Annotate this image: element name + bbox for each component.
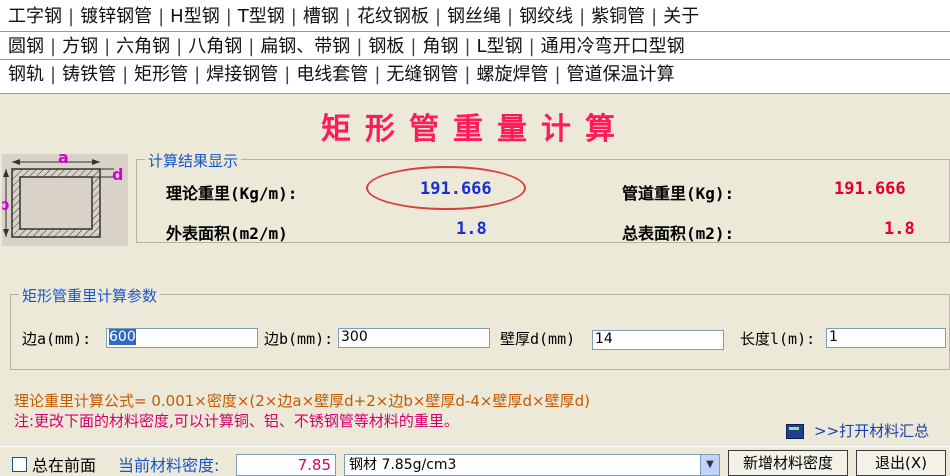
tab-row1-5[interactable]: 花纹钢板 bbox=[357, 2, 429, 32]
tab-separator: | bbox=[434, 6, 442, 27]
open-material-summary-link[interactable]: >>打开材料汇总 bbox=[786, 420, 929, 441]
divider bbox=[0, 446, 950, 447]
tab-row-3: 钢轨 | 铸铁管 | 矩形管 | 焊接钢管 | 电线套管 | 无缝钢管 | 螺旋焊管 | 管道保温计算 bbox=[8, 60, 675, 92]
tab-separator: | bbox=[507, 6, 514, 27]
main-panel: 矩形管重量计算 a b d 计算结果显示 理论重里(Kg/m): 191.666… bbox=[0, 94, 950, 476]
tab-row1-1[interactable]: 镀锌钢管 bbox=[80, 2, 152, 32]
params-legend: 矩形管重里计算参数 bbox=[19, 285, 161, 306]
thickness-input[interactable]: 14 bbox=[592, 330, 724, 350]
tab-separator: | bbox=[122, 64, 129, 85]
tab-separator: | bbox=[290, 6, 297, 27]
tab-row2-7[interactable]: L型钢 bbox=[477, 32, 523, 62]
tab-bar: 工字钢 | 镀锌钢管 | H型钢 | T型钢 | 槽钢 | 花纹钢板 | 钢丝绳 | 钢绞线 | 紫铜管 | 关于 … bbox=[0, 0, 950, 94]
total-area-label: 总表面积(m2): bbox=[622, 224, 735, 243]
tab-row2-6[interactable]: 角钢 bbox=[422, 32, 458, 62]
tab-row2-5[interactable]: 钢板 bbox=[368, 32, 404, 62]
tab-separator: | bbox=[464, 36, 471, 57]
tab-row2-4[interactable]: 扁钢、带钢 bbox=[260, 32, 350, 62]
tab-separator: | bbox=[528, 36, 535, 57]
tab-separator: | bbox=[554, 64, 561, 85]
tab-row3-2[interactable]: 矩形管 bbox=[134, 60, 188, 90]
tab-separator: | bbox=[50, 36, 57, 57]
outer-area-label: 外表面积(m2/m) bbox=[166, 224, 288, 243]
pipe-weight-label: 管道重里(Kg): bbox=[622, 184, 735, 203]
pipe-weight-value: 191.666 bbox=[834, 179, 906, 199]
label-a: a bbox=[58, 154, 69, 167]
tab-row2-2[interactable]: 六角钢 bbox=[116, 32, 170, 62]
tab-separator: | bbox=[68, 6, 75, 27]
side-a-label: 边a(mm): bbox=[22, 330, 92, 348]
add-density-button[interactable]: 新增材料密度 bbox=[728, 450, 848, 476]
outer-area-value: 1.8 bbox=[456, 219, 487, 239]
always-on-top-checkbox[interactable] bbox=[12, 457, 27, 472]
rect-pipe-diagram: a b d bbox=[0, 148, 128, 246]
tab-row-1: 工字钢 | 镀锌钢管 | H型钢 | T型钢 | 槽钢 | 花纹钢板 | 钢丝绳 | 钢绞线 | 紫铜管 | 关于 bbox=[8, 2, 699, 32]
material-select[interactable]: 钢材 7.85g/cm3 ▼ bbox=[344, 454, 720, 476]
open-link-label: >>打开材料汇总 bbox=[814, 422, 930, 440]
tab-row1-4[interactable]: 槽钢 bbox=[303, 2, 339, 32]
total-area-value: 1.8 bbox=[884, 219, 915, 239]
thickness-label: 壁厚d(mm) bbox=[500, 330, 576, 348]
tab-separator: | bbox=[651, 6, 658, 27]
side-b-input[interactable]: 300 bbox=[338, 328, 490, 348]
tab-separator: | bbox=[50, 64, 57, 85]
tab-separator: | bbox=[194, 64, 201, 85]
chevron-down-icon[interactable]: ▼ bbox=[700, 455, 719, 475]
tab-row3-0[interactable]: 钢轨 bbox=[8, 60, 44, 90]
side-b-label: 边b(mm): bbox=[264, 330, 334, 348]
tab-separator: | bbox=[248, 36, 255, 57]
calculator-icon bbox=[786, 424, 804, 439]
note-text: 注:更改下面的材料密度,可以计算铜、铝、不锈钢管等材料的重里。 bbox=[14, 412, 459, 430]
tab-row1-3[interactable]: T型钢 bbox=[238, 2, 285, 32]
results-legend: 计算结果显示 bbox=[145, 150, 242, 171]
formula-text: 理论重里计算公式= 0.001×密度×(2×边a×壁厚d+2×边b×壁厚d-4×… bbox=[14, 392, 590, 410]
tab-row-2: 圆钢 | 方钢 | 六角钢 | 八角钢 | 扁钢、带钢 | 钢板 | 角钢 | L型钢 | 通用冷弯开口型钢 bbox=[8, 32, 685, 62]
tab-row1-7[interactable]: 钢绞线 bbox=[519, 2, 573, 32]
tab-separator: | bbox=[176, 36, 183, 57]
tab-row1-2[interactable]: H型钢 bbox=[170, 2, 220, 32]
theory-weight-label: 理论重里(Kg/m): bbox=[166, 184, 298, 203]
tab-separator: | bbox=[104, 36, 111, 57]
tab-row3-6[interactable]: 螺旋焊管 bbox=[476, 60, 548, 90]
density-input[interactable]: 7.85 bbox=[236, 454, 336, 476]
tab-row1-9[interactable]: 关于 bbox=[663, 2, 699, 32]
tab-separator: | bbox=[410, 36, 417, 57]
tab-row2-1[interactable]: 方钢 bbox=[62, 32, 98, 62]
side-a-value: 600 bbox=[109, 329, 136, 345]
tab-separator: | bbox=[464, 64, 471, 85]
tab-separator: | bbox=[158, 6, 165, 27]
tab-row1-0[interactable]: 工字钢 bbox=[8, 2, 62, 32]
tab-row3-3[interactable]: 焊接钢管 bbox=[206, 60, 278, 90]
tab-separator: | bbox=[344, 6, 351, 27]
tab-row2-3[interactable]: 八角钢 bbox=[188, 32, 242, 62]
tab-row3-7[interactable]: 管道保温计算 bbox=[567, 60, 675, 90]
tab-row2-0[interactable]: 圆钢 bbox=[8, 32, 44, 62]
tab-separator: | bbox=[284, 64, 291, 85]
always-on-top-label[interactable]: 总在前面 bbox=[32, 452, 96, 476]
tab-separator: | bbox=[225, 6, 232, 27]
tab-separator: | bbox=[374, 64, 381, 85]
tab-separator: | bbox=[356, 36, 363, 57]
side-a-input[interactable]: 600 bbox=[106, 328, 258, 348]
exit-button[interactable]: 退出(X) bbox=[856, 450, 946, 476]
page-title: 矩形管重量计算 bbox=[321, 112, 629, 147]
label-b: b bbox=[2, 195, 9, 214]
tab-separator: | bbox=[579, 6, 586, 27]
label-d: d bbox=[112, 165, 123, 184]
tab-row1-6[interactable]: 钢丝绳 bbox=[447, 2, 501, 32]
tab-row2-8[interactable]: 通用冷弯开口型钢 bbox=[541, 32, 685, 62]
tab-row3-5[interactable]: 无缝钢管 bbox=[386, 60, 458, 90]
tab-row3-4[interactable]: 电线套管 bbox=[296, 60, 368, 90]
density-label: 当前材料密度: bbox=[118, 456, 220, 475]
tab-row3-1[interactable]: 铸铁管 bbox=[62, 60, 116, 90]
length-input[interactable]: 1 bbox=[826, 328, 946, 348]
highlight-annotation bbox=[366, 166, 526, 210]
length-label: 长度l(m): bbox=[740, 330, 816, 348]
tab-row1-8[interactable]: 紫铜管 bbox=[591, 2, 645, 32]
